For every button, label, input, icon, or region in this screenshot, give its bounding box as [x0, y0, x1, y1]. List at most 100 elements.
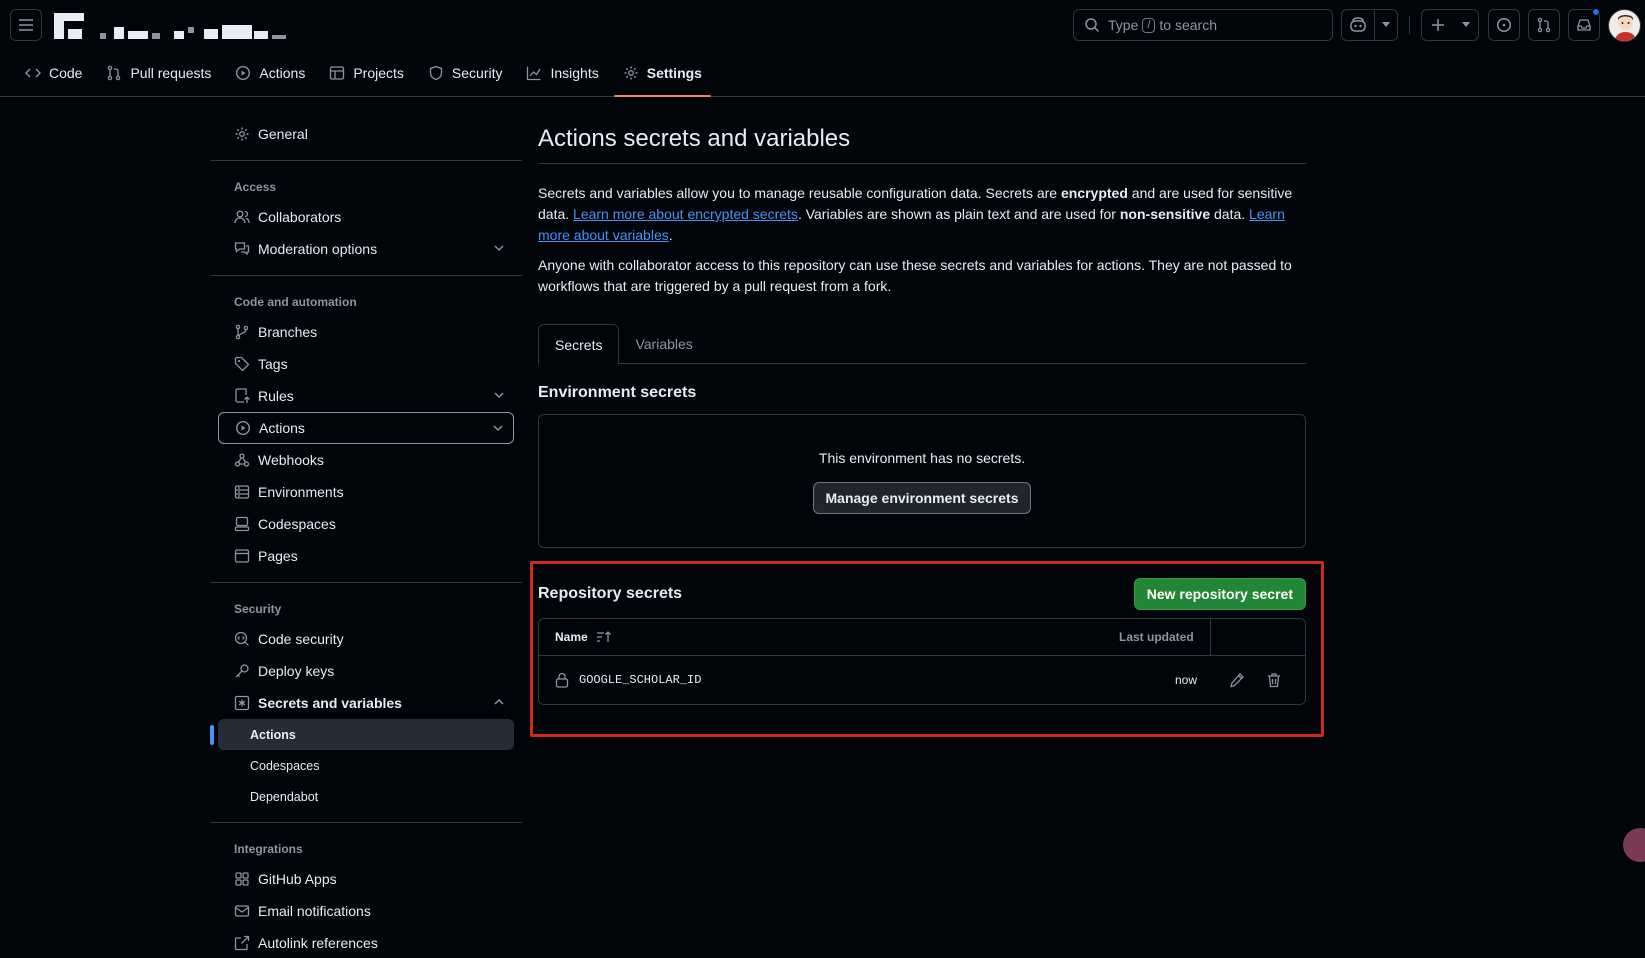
sidebar-item-rules[interactable]: Rules: [218, 380, 514, 412]
sidebar-item-branches-label: Branches: [258, 324, 318, 340]
server-icon: [234, 484, 250, 500]
environment-empty-message: This environment has no secrets.: [818, 450, 1026, 466]
tab-projects[interactable]: Projects: [320, 58, 413, 88]
chevron-down-icon: [492, 241, 506, 255]
description-secrets: Secrets and variables allow you to manag…: [538, 183, 1306, 246]
sidebar-item-rules-label: Rules: [258, 388, 294, 404]
tab-security-label: Security: [451, 65, 503, 81]
triangle-down-icon: [1461, 22, 1470, 27]
settings-sidebar: General Access Collaborators Moderation …: [210, 118, 522, 958]
sidebar-item-deploy-keys[interactable]: Deploy keys: [218, 655, 514, 687]
tab-actions[interactable]: Actions: [226, 58, 314, 88]
play-circle-icon: [235, 420, 251, 436]
git-branch-icon: [234, 324, 250, 340]
sidebar-item-actions-label: Actions: [259, 420, 305, 436]
triangle-down-icon: [1382, 22, 1390, 27]
column-header-last-updated: Last updated: [1119, 630, 1194, 644]
codespaces-icon: [234, 516, 250, 532]
sidebar-item-autolink[interactable]: Autolink references: [218, 927, 514, 958]
header-divider: [1409, 16, 1410, 34]
repo-push-icon: [234, 388, 250, 404]
table-icon: [329, 65, 345, 81]
create-new-button[interactable]: [1421, 9, 1479, 41]
person-icon: [234, 209, 250, 225]
sidebar-item-environments[interactable]: Environments: [218, 476, 514, 508]
copilot-icon: [1350, 17, 1366, 32]
sidebar-item-general[interactable]: General: [218, 118, 514, 150]
git-pull-request-icon: [106, 65, 122, 81]
gear-icon: [234, 126, 250, 142]
floating-assistant-widget[interactable]: [1623, 828, 1645, 862]
search-label-before: Type: [1108, 17, 1139, 33]
sidebar-item-tags[interactable]: Tags: [218, 348, 514, 380]
secret-name: GOOGLE_SCHOLAR_ID: [579, 673, 702, 687]
sidebar-item-moderation[interactable]: Moderation options: [218, 233, 514, 265]
gear-icon: [623, 65, 639, 81]
copilot-dropdown-button[interactable]: [1375, 10, 1397, 40]
desc-bold-non-sensitive: non-sensitive: [1119, 206, 1211, 222]
sidebar-item-autolink-label: Autolink references: [258, 935, 378, 951]
sidebar-item-actions[interactable]: Actions: [218, 412, 514, 444]
sidebar-subitem-actions[interactable]: Actions: [210, 719, 514, 750]
tab-projects-label: Projects: [353, 65, 404, 81]
tab-pull-requests[interactable]: Pull requests: [97, 58, 220, 88]
new-repository-secret-button[interactable]: New repository secret: [1133, 578, 1306, 610]
sidebar-item-general-label: General: [258, 126, 308, 142]
tab-settings[interactable]: Settings: [613, 58, 712, 97]
sidebar-item-code-security-label: Code security: [258, 631, 344, 647]
pull-requests-button[interactable]: [1528, 9, 1560, 41]
page-title: Actions secrets and variables: [538, 118, 1306, 164]
search-input[interactable]: Type / to search: [1073, 9, 1333, 41]
git-pull-request-icon: [1537, 17, 1551, 33]
search-icon: [1085, 18, 1100, 33]
delete-secret-button[interactable]: [1266, 672, 1282, 688]
tag-icon: [234, 356, 250, 372]
sidebar-item-secrets-variables[interactable]: Secrets and variables: [218, 687, 514, 719]
main-content: Actions secrets and variables Secrets an…: [538, 118, 1306, 548]
sidebar-item-collaborators[interactable]: Collaborators: [218, 201, 514, 233]
sidebar-divider: [210, 822, 522, 823]
chevron-up-icon: [492, 695, 506, 709]
sidebar-item-pages[interactable]: Pages: [218, 540, 514, 572]
user-avatar-icon: [1614, 15, 1637, 41]
sidebar-item-email-notifications[interactable]: Email notifications: [218, 895, 514, 927]
tab-secrets[interactable]: Secrets: [538, 324, 620, 365]
sidebar-item-webhooks[interactable]: Webhooks: [218, 444, 514, 476]
repo-breadcrumb-redacted[interactable]: [54, 11, 304, 41]
menu-button[interactable]: [10, 9, 42, 41]
mail-icon: [234, 903, 250, 919]
search-shortcut-key: /: [1142, 17, 1156, 33]
description-access: Anyone with collaborator access to this …: [538, 257, 1292, 294]
tab-variables[interactable]: Variables: [619, 324, 708, 364]
sidebar-item-code-security[interactable]: Code security: [218, 623, 514, 655]
avatar[interactable]: [1608, 9, 1641, 42]
tab-pull-requests-label: Pull requests: [130, 65, 212, 81]
hamburger-icon: [19, 19, 33, 31]
play-circle-icon: [235, 65, 251, 81]
column-header-name[interactable]: Name: [555, 630, 612, 644]
plus-icon: [1431, 19, 1444, 31]
learn-more-secrets-link[interactable]: Learn more about encrypted secrets: [573, 206, 798, 222]
sidebar-subitem-codespaces[interactable]: Codespaces: [218, 750, 514, 781]
sidebar-item-github-apps[interactable]: GitHub Apps: [218, 863, 514, 895]
code-icon: [25, 65, 41, 81]
repository-secrets-header: Repository secrets New repository secret: [538, 578, 1306, 610]
trash-icon: [1268, 673, 1280, 688]
sidebar-divider: [210, 160, 522, 161]
sidebar-subitem-dependabot[interactable]: Dependabot: [218, 781, 514, 812]
sidebar-item-branches[interactable]: Branches: [218, 316, 514, 348]
edit-secret-button[interactable]: [1229, 672, 1245, 688]
sidebar-divider: [210, 582, 522, 583]
tab-security[interactable]: Security: [419, 58, 512, 88]
graph-icon: [526, 65, 542, 81]
sidebar-item-deploy-keys-label: Deploy keys: [258, 663, 335, 679]
sidebar-item-environments-label: Environments: [258, 484, 344, 500]
tab-code-label: Code: [49, 65, 83, 81]
tab-code[interactable]: Code: [16, 58, 91, 88]
sidebar-item-codespaces[interactable]: Codespaces: [218, 508, 514, 540]
manage-environment-secrets-button[interactable]: Manage environment secrets: [812, 482, 1032, 514]
copilot-button[interactable]: [1342, 10, 1375, 40]
issues-button[interactable]: [1488, 9, 1520, 41]
tab-insights[interactable]: Insights: [517, 58, 607, 88]
environment-secrets-title: Environment secrets: [538, 384, 697, 401]
